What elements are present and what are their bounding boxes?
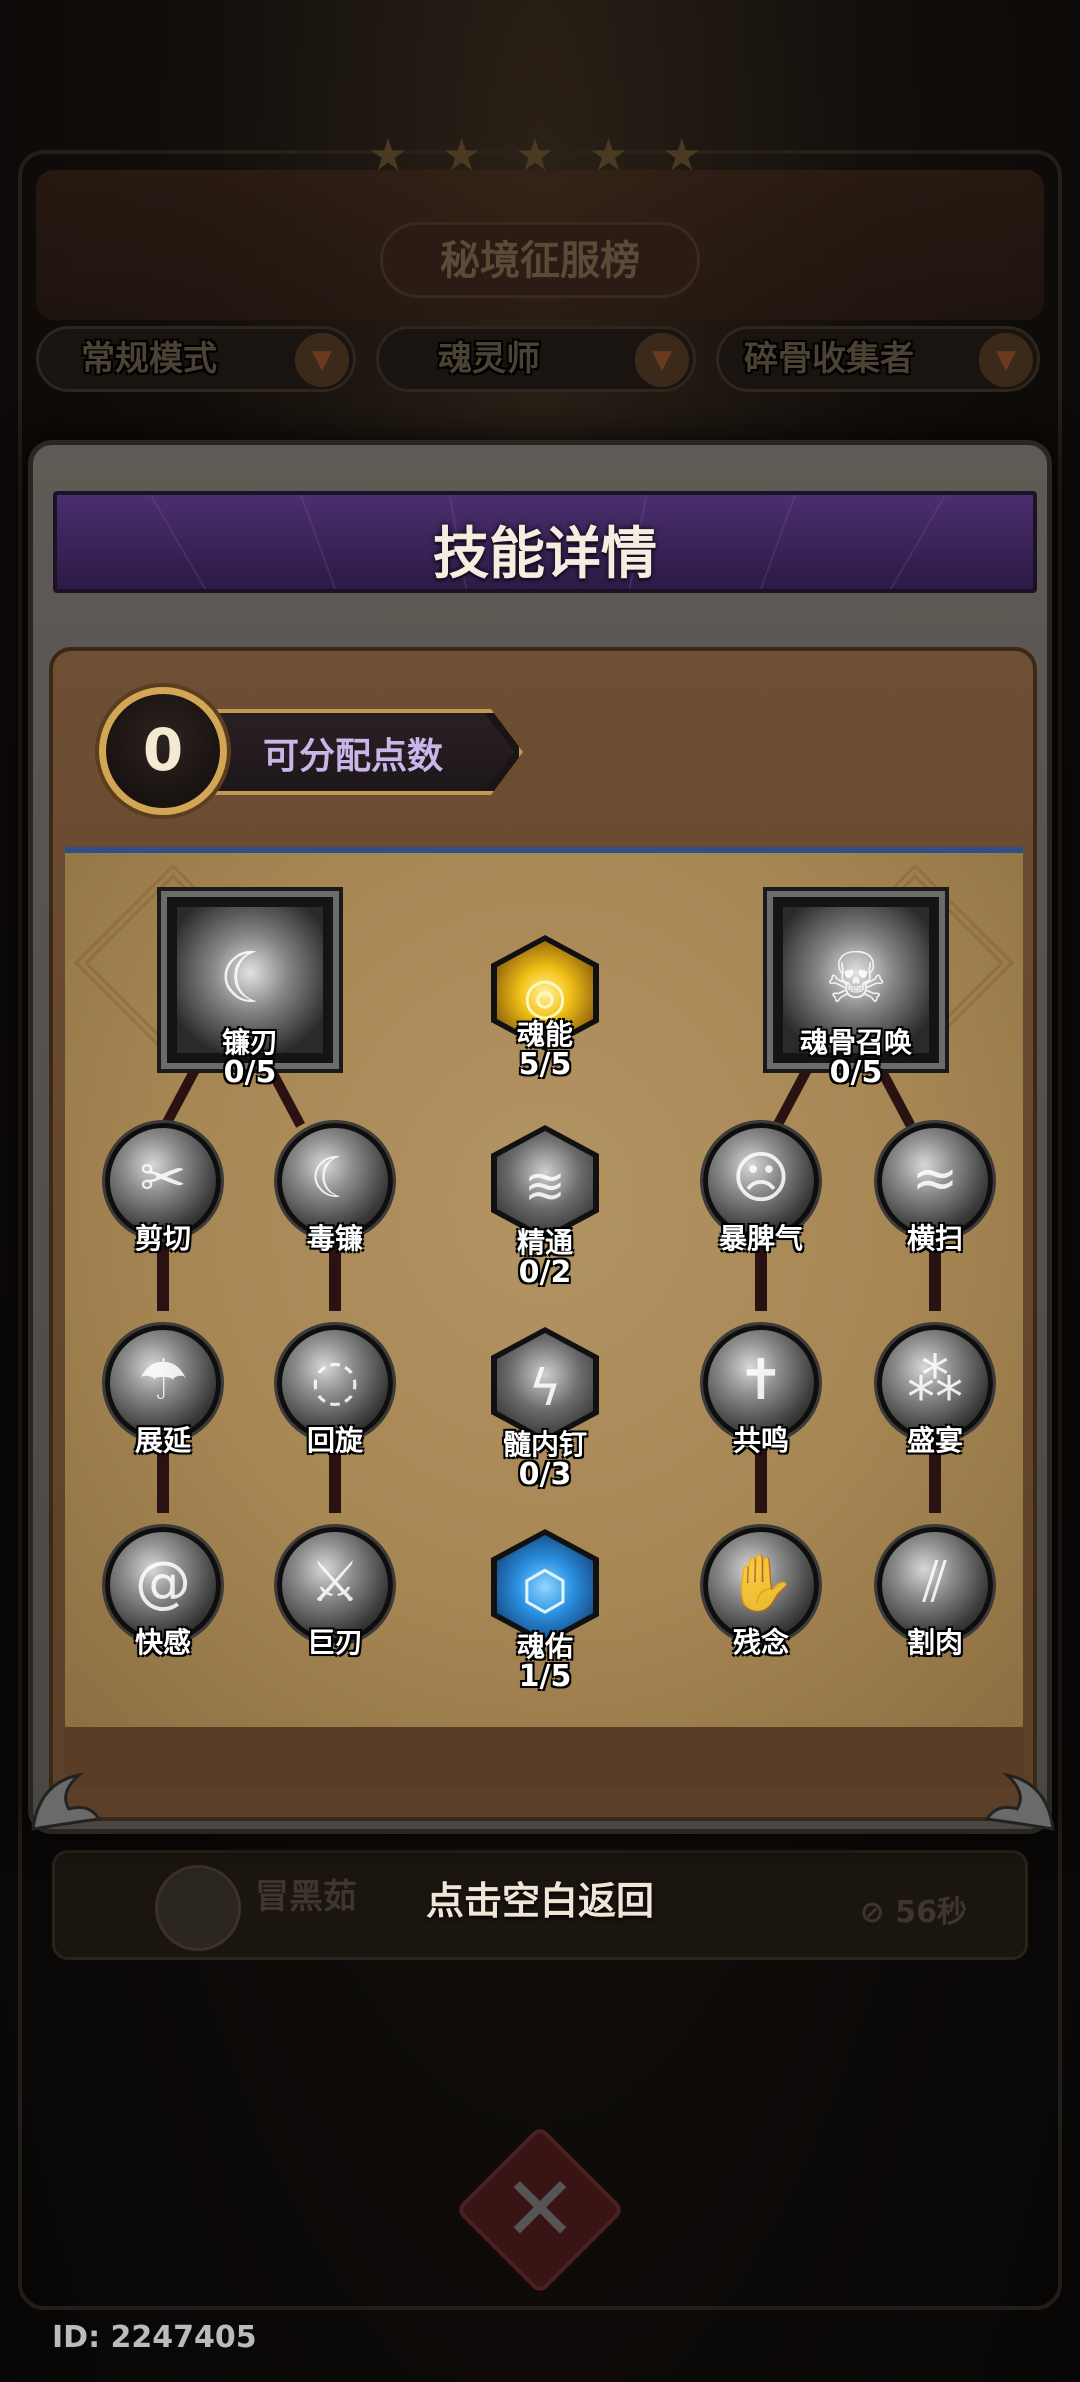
skill-hun-gu-zhao-count: 0/5: [829, 1055, 883, 1090]
scythe-icon: ☾: [218, 937, 282, 1019]
user-id: ID: 2247405: [52, 2320, 257, 2355]
mastery-icon: ≋: [524, 1157, 566, 1215]
chevron-down-icon: ▼: [979, 333, 1033, 387]
rank-stars: ★ ★ ★ ★ ★: [368, 130, 712, 181]
skill-tree: ☾ 镰刃 0/5 ◎ 魂能 5/5 ☠ 魂骨召唤 0/5 ✂ 剪切 ☾ 毒镰 ≋…: [65, 847, 1023, 1727]
tap-blank-to-return-hint: 点击空白返回: [425, 1879, 654, 1923]
temper-icon: ☹: [731, 1146, 791, 1211]
marrow-nail-icon: ϟ: [528, 1359, 562, 1417]
skill-hun-neng-count: 5/5: [518, 1047, 572, 1082]
flesh-cut-icon: ⫽: [922, 1550, 948, 1615]
corner-ornament-left: [31, 1772, 102, 1831]
skill-jing-tong-count: 0/2: [518, 1255, 572, 1290]
skill-sui-nei-ding-count: 0/3: [518, 1457, 572, 1492]
skill-du-lian-label: 毒镰: [306, 1222, 363, 1255]
skill-sheng-yan-label: 盛宴: [906, 1424, 963, 1457]
sweep-icon: ≈: [911, 1146, 959, 1211]
skill-hun-you-count: 1/5: [518, 1659, 572, 1694]
background-title: 秘境征服榜: [380, 222, 700, 298]
subclass-dropdown: 碎骨收集者 ▼: [716, 326, 1040, 392]
mode-dropdown-label: 常规模式: [81, 339, 217, 379]
skill-heng-sao-label: 横扫: [906, 1222, 963, 1255]
dialog-title: 技能详情: [433, 522, 657, 587]
extend-icon: ☂: [137, 1348, 189, 1413]
skill-hui-xuan-label: 回旋: [306, 1424, 363, 1457]
bone-summon-icon: ☠: [824, 937, 888, 1019]
subclass-dropdown-label: 碎骨收集者: [744, 339, 914, 379]
dialog-header: 技能详情: [53, 491, 1037, 593]
points-badge: 0: [99, 687, 227, 815]
chevron-down-icon: ▼: [295, 333, 349, 387]
skill-ju-ren-label: 巨刃: [306, 1626, 363, 1659]
feast-icon: ⁂: [907, 1348, 963, 1413]
soul-blessing-icon: ⬡: [521, 1559, 569, 1622]
cut-icon: ✂: [139, 1146, 187, 1211]
mode-dropdown: 常规模式 ▼: [36, 326, 356, 392]
chevron-down-icon: ▼: [635, 333, 689, 387]
thrill-icon: @: [135, 1550, 191, 1615]
skill-panel: 可分配点数 0 ☾ 镰刃 0/5 ◎ 魂能 5/5 ☠ 魂骨召唤 0/5 ✂ 剪…: [49, 647, 1037, 1821]
panel-footer-band: [65, 1727, 1023, 1787]
class-dropdown: 魂灵师 ▼: [376, 326, 696, 392]
whirl-icon: ◌: [310, 1348, 360, 1413]
lingering-icon: ✋: [726, 1551, 796, 1616]
corner-ornament-right: [984, 1772, 1055, 1831]
skill-ge-rou-label: 割肉: [906, 1626, 963, 1659]
class-dropdown-label: 魂灵师: [438, 339, 540, 379]
great-blade-icon: ⚔: [309, 1550, 361, 1615]
resonance-icon: ✝: [737, 1348, 785, 1413]
close-icon: ✕: [502, 2157, 578, 2262]
points-value: 0: [142, 716, 184, 784]
skill-lian-ren-count: 0/5: [223, 1055, 277, 1090]
points-label: 可分配点数: [263, 736, 444, 777]
poison-scythe-icon: ☾: [309, 1146, 361, 1211]
skill-detail-dialog: 技能详情 可分配点数 0 ☾ 镰刃 0/5 ◎ 魂能 5/5 ☠ 魂骨召唤 0/…: [28, 440, 1055, 1834]
